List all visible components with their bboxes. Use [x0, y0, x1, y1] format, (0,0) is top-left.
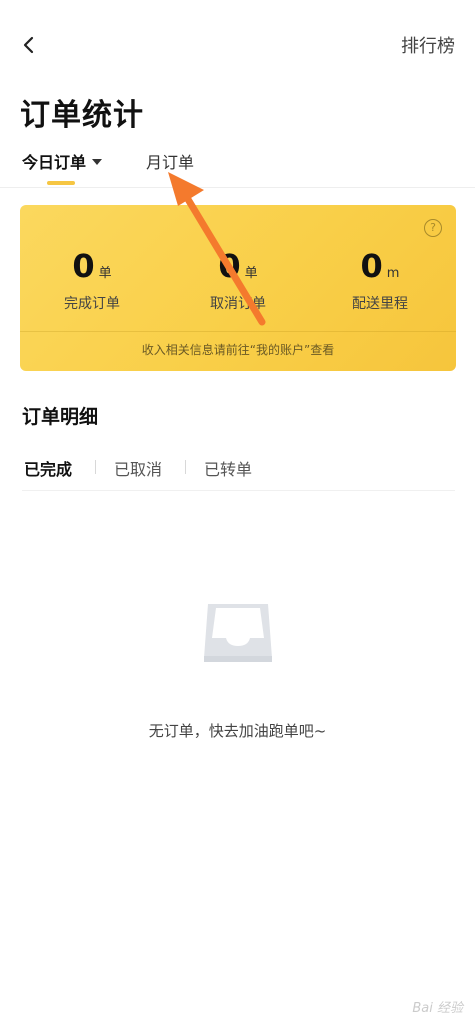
- active-tab-indicator: [47, 181, 75, 185]
- question-circle-icon[interactable]: ?: [424, 219, 442, 237]
- order-details-title: 订单明细: [22, 406, 99, 428]
- watermark: Bai 经验: [412, 1001, 463, 1016]
- tab-transferred[interactable]: 已转单: [204, 456, 252, 480]
- stat-completed-orders: 0单 完成订单: [22, 247, 162, 313]
- stats-card: ? 0单 完成订单 0单 取消订单 0m 配送里程 收入相关信息请前往“我的账户…: [20, 205, 456, 371]
- empty-message: 无订单，快去加油跑单吧~: [148, 722, 327, 740]
- stat-label: 取消订单: [210, 296, 266, 312]
- ranking-link[interactable]: 排行榜: [401, 32, 455, 58]
- stat-unit: m: [386, 266, 400, 281]
- tabs-divider: [22, 490, 455, 491]
- stat-value: 0: [72, 247, 95, 285]
- nav-bar: 排行榜: [0, 22, 475, 66]
- page-title: 订单统计: [20, 98, 144, 133]
- back-button[interactable]: [12, 28, 46, 62]
- period-tabs: 今日订单 月订单: [0, 145, 475, 188]
- tab-cancelled[interactable]: 已取消: [114, 456, 162, 480]
- stat-unit: 单: [98, 266, 112, 281]
- stat-unit: 单: [244, 266, 258, 281]
- chevron-left-icon: [23, 36, 34, 54]
- income-info-note: 收入相关信息请前往“我的账户”查看: [141, 343, 335, 357]
- stat-delivery-distance: 0m 配送里程: [310, 247, 450, 313]
- tab-today-label: 今日订单: [22, 153, 87, 172]
- tab-separator: [95, 460, 96, 474]
- tab-today-orders[interactable]: 今日订单: [22, 149, 103, 173]
- tab-month-orders[interactable]: 月订单: [146, 149, 194, 173]
- stat-value: 0: [218, 247, 241, 285]
- caret-down-icon: [92, 158, 103, 165]
- empty-state: 无订单，快去加油跑单吧~: [0, 594, 475, 741]
- empty-tray-icon: [203, 604, 272, 662]
- stat-label: 配送里程: [352, 296, 408, 312]
- status-bar: [0, 0, 475, 12]
- stat-cancelled-orders: 0单 取消订单: [168, 247, 308, 313]
- tab-completed[interactable]: 已完成: [24, 456, 72, 480]
- stat-value: 0: [360, 247, 383, 285]
- stat-label: 完成订单: [64, 296, 120, 312]
- card-divider: [20, 331, 456, 332]
- order-status-tabs: 已完成 已取消 已转单: [0, 448, 475, 490]
- tab-separator: [185, 460, 186, 474]
